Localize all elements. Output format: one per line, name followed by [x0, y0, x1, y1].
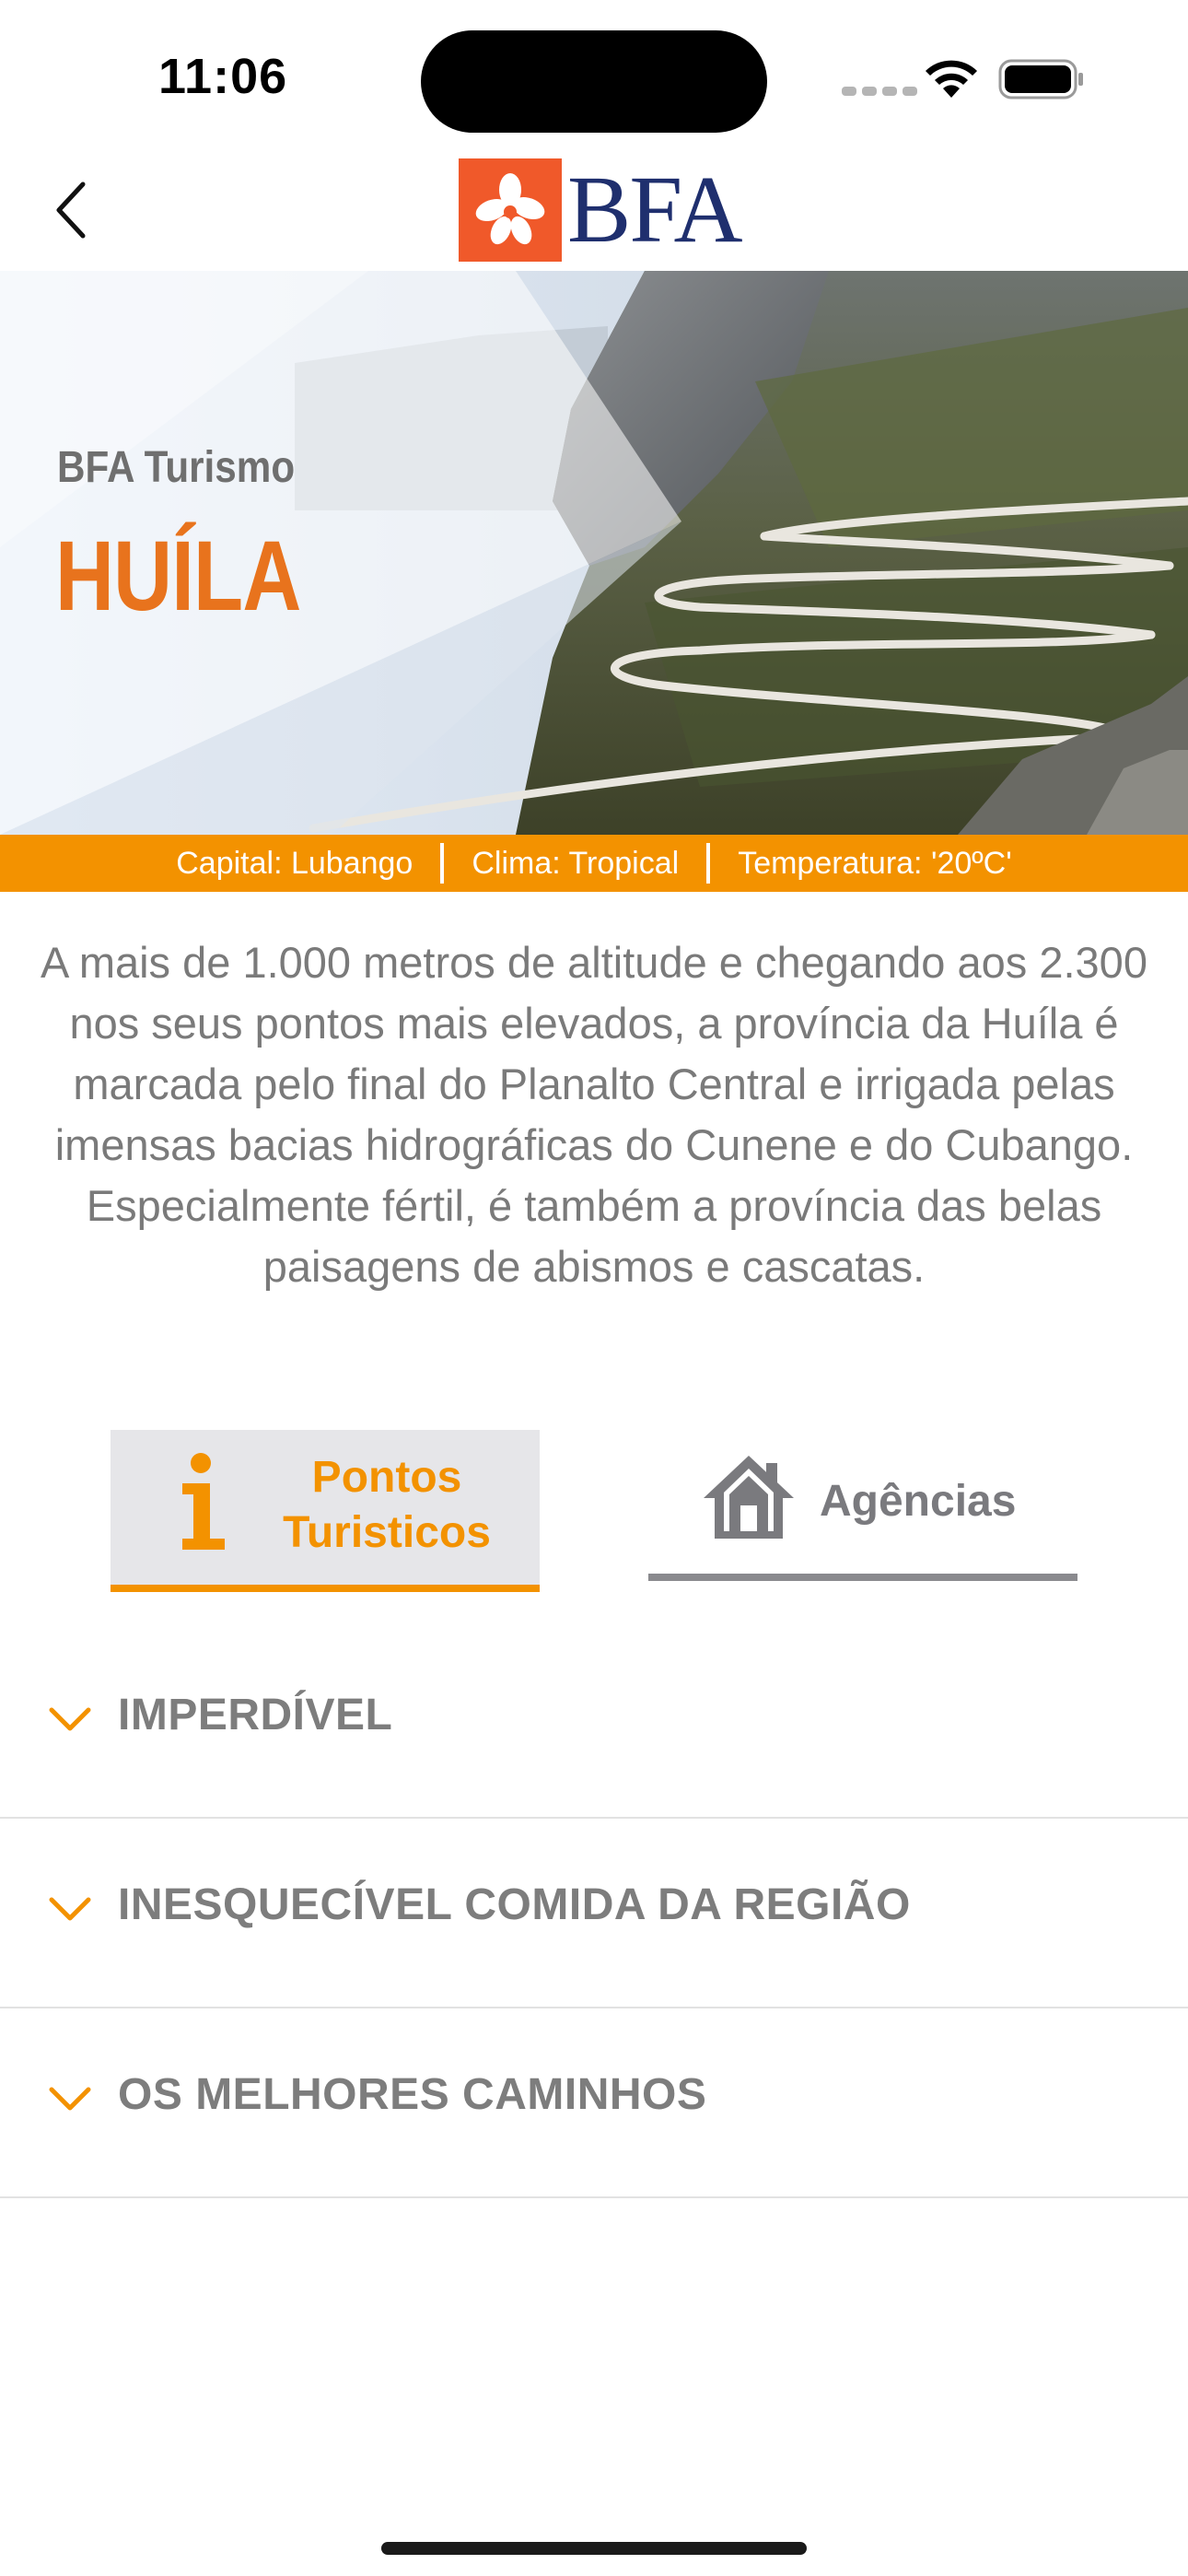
hero-banner: BFA Turismo HUÍLA [0, 271, 1188, 835]
nav-bar: BFA [0, 147, 1188, 271]
climate-info: Clima: Tropical [472, 845, 680, 881]
battery-icon [998, 59, 1083, 100]
back-chevron-icon[interactable] [46, 175, 101, 245]
province-info-strip: Capital: Lubango Clima: Tropical Tempera… [0, 835, 1188, 892]
temperature-info: Temperatura: '20ºC' [738, 845, 1012, 881]
tab-pontos-turisticos[interactable]: Pontos Turisticos [111, 1430, 540, 1592]
app-screen: 11:06 BFA BFA Turismo HUÍLA Capital: Lub… [0, 0, 1188, 2576]
section-label: OS MELHORES CAMINHOS [118, 2070, 707, 2119]
hero-title: HUÍLA [55, 520, 301, 631]
chevron-down-icon [49, 1897, 91, 1921]
status-time: 11:06 [158, 49, 288, 104]
province-description: A mais de 1.000 metros de altitude e che… [41, 938, 1147, 1291]
section-melhores-caminhos[interactable]: OS MELHORES CAMINHOS [0, 2008, 1188, 2198]
dynamic-island [421, 30, 767, 133]
chevron-down-icon [49, 2087, 91, 2111]
bfa-flower-icon [459, 158, 562, 262]
tab-pontos-label-line2: Turisticos [283, 1508, 491, 1557]
tab-pontos-label: Pontos Turisticos [249, 1450, 525, 1561]
section-label: INESQUECÍVEL COMIDA DA REGIÃO [118, 1880, 911, 1929]
cellular-signal-icon [842, 87, 917, 96]
tab-agencias[interactable]: Agências [648, 1430, 1077, 1581]
house-icon [704, 1456, 794, 1539]
home-indicator[interactable] [381, 2542, 807, 2555]
section-label: IMPERDÍVEL [118, 1691, 393, 1739]
capital-info: Capital: Lubango [176, 845, 413, 881]
bfa-logo: BFA [459, 157, 743, 263]
info-icon [182, 1453, 225, 1550]
tab-agencias-label: Agências [820, 1477, 1017, 1526]
bfa-wordmark: BFA [567, 157, 743, 263]
hero-kicker: BFA Turismo [57, 443, 296, 492]
section-comida-da-regiao[interactable]: INESQUECÍVEL COMIDA DA REGIÃO [0, 1819, 1188, 2008]
wifi-icon [926, 60, 977, 98]
tab-pontos-label-line1: Pontos [311, 1453, 462, 1502]
sections-accordion: IMPERDÍVEL INESQUECÍVEL COMIDA DA REGIÃO… [0, 1629, 1188, 2198]
chevron-down-icon [49, 1707, 91, 1731]
section-imperdivel[interactable]: IMPERDÍVEL [0, 1629, 1188, 1819]
status-bar: 11:06 [0, 0, 1188, 147]
